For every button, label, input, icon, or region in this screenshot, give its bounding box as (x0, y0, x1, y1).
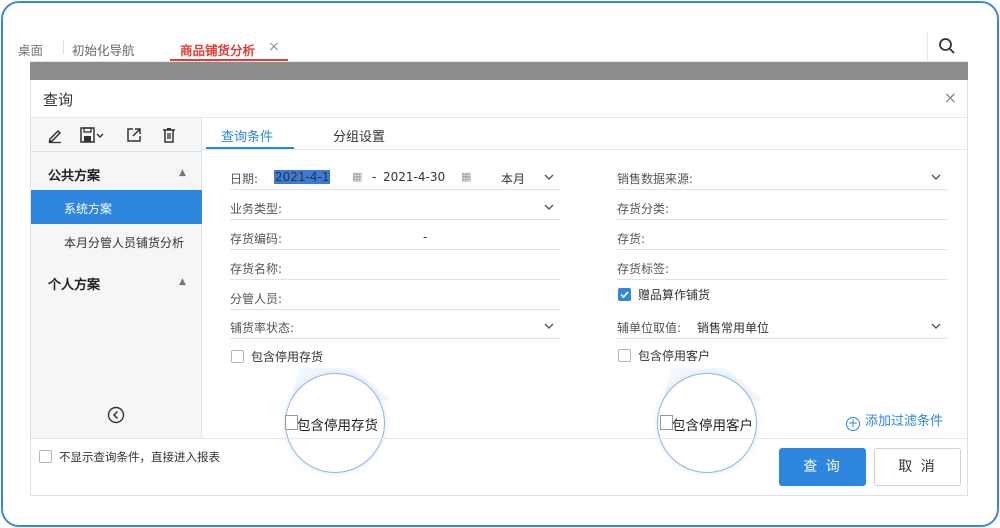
plan-sidebar: 公共方案 ▲ 系统方案 本月分管人员铺货分析 个人方案 ▲ (31, 118, 202, 438)
condition-tabs: 查询条件 分组设置 (202, 118, 967, 150)
plan-item-monthly-manager[interactable]: 本月分管人员铺货分析 (31, 224, 202, 258)
search-icon[interactable] (938, 37, 956, 55)
distribution-rate-status-select[interactable]: 铺货率状态: (230, 315, 560, 339)
date-from-input[interactable]: 2021-4-1 (274, 170, 331, 184)
aux-unit-select[interactable]: 辅单位取值: 销售常用单位 (617, 315, 947, 339)
add-circle-icon: + (846, 416, 860, 431)
sales-source-label: 销售数据来源: (617, 172, 694, 186)
include-disabled-stock-checkbox[interactable] (231, 350, 244, 363)
magnified-label: 包含停用存货 (297, 418, 378, 434)
personal-plans-header[interactable]: 个人方案 (48, 274, 100, 293)
tab-query-conditions[interactable]: 查询条件 (221, 126, 273, 145)
date-separator: - (372, 170, 377, 184)
range-separator: - (423, 230, 428, 244)
toolbar-strip (30, 62, 968, 80)
tab-close-icon[interactable]: × (268, 39, 280, 55)
magnifier-include-disabled-stock: 包含停用存货 (285, 373, 385, 473)
plan-item-label: 系统方案 (64, 202, 113, 216)
include-disabled-customer-checkbox[interactable] (618, 349, 631, 362)
tab-desktop[interactable]: 桌面 (18, 40, 43, 59)
save-dropdown-icon[interactable] (79, 126, 105, 144)
chevron-up-icon[interactable]: ▲ (179, 277, 186, 287)
query-dialog: 查询 × 公共方案 ▲ 系统方案 本月分管人员铺货分析 个人方案 ▲ 查询条件 … (30, 80, 968, 496)
tab-init-guide[interactable]: 初始化导航 (72, 40, 135, 59)
query-button[interactable]: 查 询 (779, 448, 866, 486)
cancel-button[interactable]: 取 消 (874, 448, 961, 486)
tab-group-settings[interactable]: 分组设置 (333, 126, 385, 145)
date-range-field: 日期: 2021-4-1 ▦ - 2021-4-30 ▦ 本月 (230, 166, 560, 190)
active-tab-indicator (170, 59, 288, 61)
magnified-label: 包含停用客户 (672, 418, 753, 434)
gift-as-distribution-checkbox[interactable] (618, 288, 631, 301)
magnifier-include-disabled-customer: 包含停用客户 (657, 373, 757, 473)
aux-unit-label: 辅单位取值: (617, 321, 682, 335)
chevron-up-icon[interactable]: ▲ (179, 168, 186, 178)
date-label: 日期: (230, 172, 259, 186)
stock-tag-label: 存货标签: (617, 262, 670, 276)
add-filter-label: 添加过滤条件 (865, 414, 944, 429)
chevron-down-icon[interactable] (544, 321, 554, 331)
plan-item-system[interactable]: 系统方案 (31, 190, 202, 224)
add-filter-link[interactable]: + 添加过滤条件 (846, 410, 943, 431)
chevron-down-icon[interactable] (931, 321, 941, 331)
close-icon[interactable]: × (944, 88, 957, 107)
tab-product-distribution[interactable]: 商品铺货分析 (180, 40, 255, 59)
public-plans-header[interactable]: 公共方案 (48, 165, 100, 184)
stock-code-range[interactable]: 存货编码: - (230, 226, 560, 250)
stock-code-label: 存货编码: (230, 232, 283, 246)
edit-icon[interactable] (46, 126, 64, 144)
dialog-title: 查询 (43, 91, 74, 109)
checkmark-icon (620, 291, 629, 299)
tab-bar: 桌面 初始化导航 商品铺货分析 × (18, 32, 968, 62)
chevron-down-icon[interactable] (544, 172, 554, 182)
skip-conditions-checkbox[interactable] (39, 450, 52, 463)
stock-tag-field[interactable]: 存货标签: (617, 256, 947, 280)
aux-unit-value: 销售常用单位 (697, 321, 770, 335)
delete-icon[interactable] (160, 126, 178, 144)
stock-category-label: 存货分类: (617, 202, 670, 216)
plan-toolbar (31, 118, 202, 152)
business-type-select[interactable]: 业务类型: (230, 196, 560, 220)
stock-label: 存货: (617, 232, 646, 246)
tab-separator (63, 40, 64, 54)
divider (927, 32, 928, 62)
rate-status-label: 铺货率状态: (230, 321, 295, 335)
export-icon[interactable] (125, 126, 143, 144)
business-type-label: 业务类型: (230, 202, 283, 216)
manager-label: 分管人员: (230, 292, 283, 306)
stock-field[interactable]: 存货: (617, 226, 947, 250)
period-select[interactable]: 本月 (501, 170, 525, 187)
stock-category-field[interactable]: 存货分类: (617, 196, 947, 220)
chevron-down-icon[interactable] (931, 172, 941, 182)
sales-source-select[interactable]: 销售数据来源: (617, 166, 947, 190)
calendar-icon[interactable]: ▦ (461, 170, 471, 183)
calendar-icon[interactable]: ▦ (352, 170, 362, 183)
stock-name-label: 存货名称: (230, 262, 283, 276)
stock-name-field[interactable]: 存货名称: (230, 256, 560, 280)
plan-item-label: 本月分管人员铺货分析 (64, 236, 185, 250)
collapse-sidebar-icon[interactable] (107, 406, 125, 424)
manager-field[interactable]: 分管人员: (230, 286, 560, 310)
date-to-input[interactable]: 2021-4-30 (383, 170, 445, 184)
skip-conditions-label: 不显示查询条件，直接进入报表 (59, 450, 220, 464)
active-subtab-indicator (206, 147, 294, 149)
divider (31, 438, 967, 439)
chevron-down-icon[interactable] (544, 202, 554, 212)
gift-as-distribution-label: 赠品算作铺货 (638, 288, 711, 302)
